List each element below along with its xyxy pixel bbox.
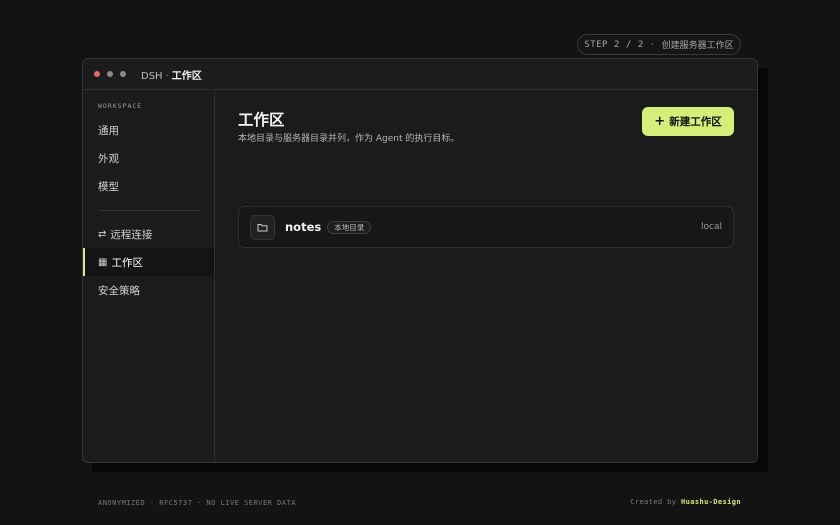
sidebar-item-models[interactable]: 模型 [83, 172, 214, 200]
title-bar: DSH · 工作区 [83, 59, 757, 90]
sidebar-item-label: 模型 [98, 180, 119, 193]
sidebar-item-label: 外观 [98, 152, 119, 165]
workspace-badge: 本地目录 [327, 220, 372, 234]
sidebar-item-workspace[interactable]: ▦ 工作区 [83, 248, 214, 276]
footer-credit-brand[interactable]: Huashu-Design [681, 498, 741, 506]
folder-icon [250, 214, 275, 240]
workspace-card[interactable]: notes 本地目录 local [238, 206, 734, 248]
window-section-name: 工作区 [171, 70, 202, 82]
step-label: 创建服务器工作区 [661, 41, 734, 51]
page-title: 工作区 [238, 111, 285, 129]
sidebar-item-label: 通用 [98, 124, 119, 137]
grid-icon: ▦ [98, 256, 108, 268]
step-total: 2 [637, 39, 644, 50]
step-slash: / [625, 39, 632, 50]
new-workspace-label: 新建工作区 [669, 116, 722, 128]
swap-arrows-icon: ⇄ [98, 228, 107, 240]
new-workspace-button[interactable]: + 新建工作区 [642, 107, 734, 136]
sidebar-item-general[interactable]: 通用 [83, 116, 214, 144]
footer-credit: Created by Huashu-Design [630, 498, 741, 506]
window-title-separator: · [165, 70, 169, 82]
sidebar-item-appearance[interactable]: 外观 [83, 144, 214, 172]
workspace-type: local [701, 222, 722, 232]
page-subtitle: 本地目录与服务器目录并列，作为 Agent 的执行目标。 [238, 134, 460, 144]
step-indicator: STEP 2 / 2 · 创建服务器工作区 [577, 34, 741, 55]
footer-disclaimer: ANONYMIZED · RFC5737 · NO LIVE SERVER DA… [98, 499, 297, 507]
sidebar-item-label: 安全策略 [98, 284, 140, 297]
window-app-name: DSH [141, 70, 163, 82]
sidebar-item-label: 工作区 [111, 256, 143, 269]
sidebar-item-remote[interactable]: ⇄ 远程连接 [83, 220, 214, 248]
step-prefix: STEP [584, 39, 608, 50]
main-panel: 工作区 本地目录与服务器目录并列，作为 Agent 的执行目标。 + 新建工作区… [216, 90, 757, 462]
sidebar-item-label: 远程连接 [110, 228, 153, 241]
close-dot[interactable] [94, 71, 100, 77]
maximize-dot[interactable] [120, 71, 126, 77]
sidebar-divider [98, 210, 200, 211]
sidebar-section-label: WORKSPACE [98, 102, 143, 110]
sidebar-item-security[interactable]: 安全策略 [83, 276, 214, 304]
footer-credit-prefix: Created by [630, 498, 677, 506]
window-title: DSH · 工作区 [141, 67, 202, 82]
sidebar: WORKSPACE 通用 外观 模型 ⇄ 远程连接 ▦ 工作区 安全策略 [83, 90, 215, 462]
workspace-name: notes [285, 220, 322, 234]
minimize-dot[interactable] [107, 71, 113, 77]
plus-icon: + [654, 114, 666, 129]
step-current: 2 [613, 39, 620, 50]
app-window: DSH · 工作区 WORKSPACE 通用 外观 模型 ⇄ 远程连接 ▦ 工作区 … [82, 58, 758, 463]
step-dot: · [649, 39, 656, 50]
